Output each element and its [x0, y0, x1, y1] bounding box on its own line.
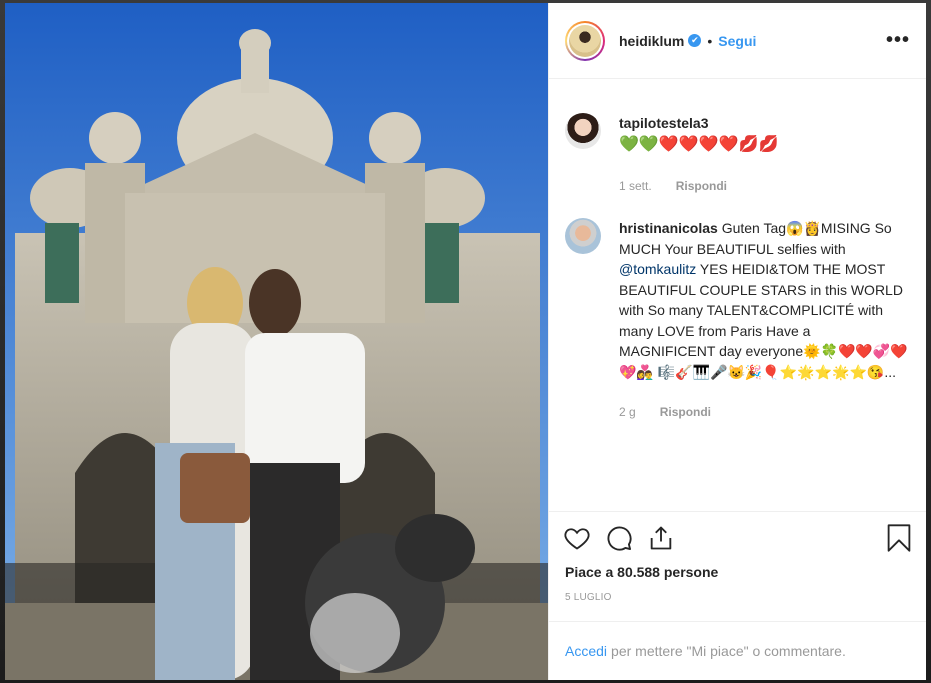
- bookmark-icon[interactable]: [886, 523, 912, 553]
- post-header: heidiklum ✔ • Segui •••: [549, 3, 926, 79]
- post-actions: Piace a 80.588 persone 5 LUGLIO: [549, 511, 926, 603]
- likes-count[interactable]: Piace a 80.588 persone: [549, 564, 926, 580]
- post-photo[interactable]: [5, 3, 548, 680]
- comment-item: tapilotestela3 💚💚❤️❤️❤️❤️💋💋 1 sett. Risp…: [565, 113, 910, 196]
- photo-illustration: [5, 3, 548, 680]
- comment-text-part: YES HEIDI&TOM THE MOST BEAUTIFUL COUPLE …: [619, 261, 908, 380]
- comment-item: hristinanicolas Guten Tag😱👸MISING So MUC…: [565, 218, 910, 423]
- comment-time[interactable]: 1 sett.: [619, 176, 652, 197]
- login-link[interactable]: Accedi: [565, 643, 607, 659]
- commenter-username[interactable]: tapilotestela3: [619, 115, 708, 131]
- commenter-avatar[interactable]: [565, 113, 601, 149]
- comment-text: 💚💚❤️❤️❤️❤️💋💋: [619, 135, 779, 153]
- commenter-username[interactable]: hristinanicolas: [619, 220, 718, 236]
- verified-badge-icon: ✔: [688, 34, 702, 47]
- avatar-image: [569, 24, 601, 57]
- heart-icon[interactable]: [563, 524, 591, 552]
- mention-link[interactable]: @tomkaulitz: [619, 261, 696, 277]
- post-modal: heidiklum ✔ • Segui ••• tapilotestela3 💚…: [5, 3, 926, 680]
- comment-meta: 2 g Rispondi: [619, 402, 910, 423]
- reply-button[interactable]: Rispondi: [676, 176, 727, 197]
- comment-body: tapilotestela3 💚💚❤️❤️❤️❤️💋💋 1 sett. Risp…: [619, 113, 910, 196]
- comment-meta: 1 sett. Rispondi: [619, 176, 910, 197]
- more-options-icon[interactable]: •••: [886, 29, 910, 52]
- action-icons: [549, 512, 926, 564]
- comments-list[interactable]: tapilotestela3 💚💚❤️❤️❤️❤️💋💋 1 sett. Risp…: [549, 79, 926, 511]
- comment-icon[interactable]: [605, 524, 633, 552]
- separator-dot: •: [707, 32, 713, 49]
- comment-time[interactable]: 2 g: [619, 402, 636, 423]
- author-username[interactable]: heidiklum: [619, 33, 684, 49]
- post-sidebar: heidiklum ✔ • Segui ••• tapilotestela3 💚…: [548, 3, 926, 680]
- commenter-avatar[interactable]: [565, 218, 601, 254]
- post-date[interactable]: 5 LUGLIO: [549, 592, 926, 603]
- comment-body: hristinanicolas Guten Tag😱👸MISING So MUC…: [619, 218, 910, 423]
- author-avatar[interactable]: [565, 20, 605, 61]
- avatar-ring-inner: [567, 22, 603, 59]
- comment-text: hristinanicolas Guten Tag😱👸MISING So MUC…: [619, 218, 910, 382]
- login-prompt-text: per mettere "Mi piace" o commentare.: [611, 643, 846, 659]
- login-prompt: Accedi per mettere "Mi piace" o commenta…: [549, 621, 926, 680]
- follow-button[interactable]: Segui: [718, 33, 756, 49]
- reply-button[interactable]: Rispondi: [660, 402, 711, 423]
- share-icon[interactable]: [647, 524, 675, 552]
